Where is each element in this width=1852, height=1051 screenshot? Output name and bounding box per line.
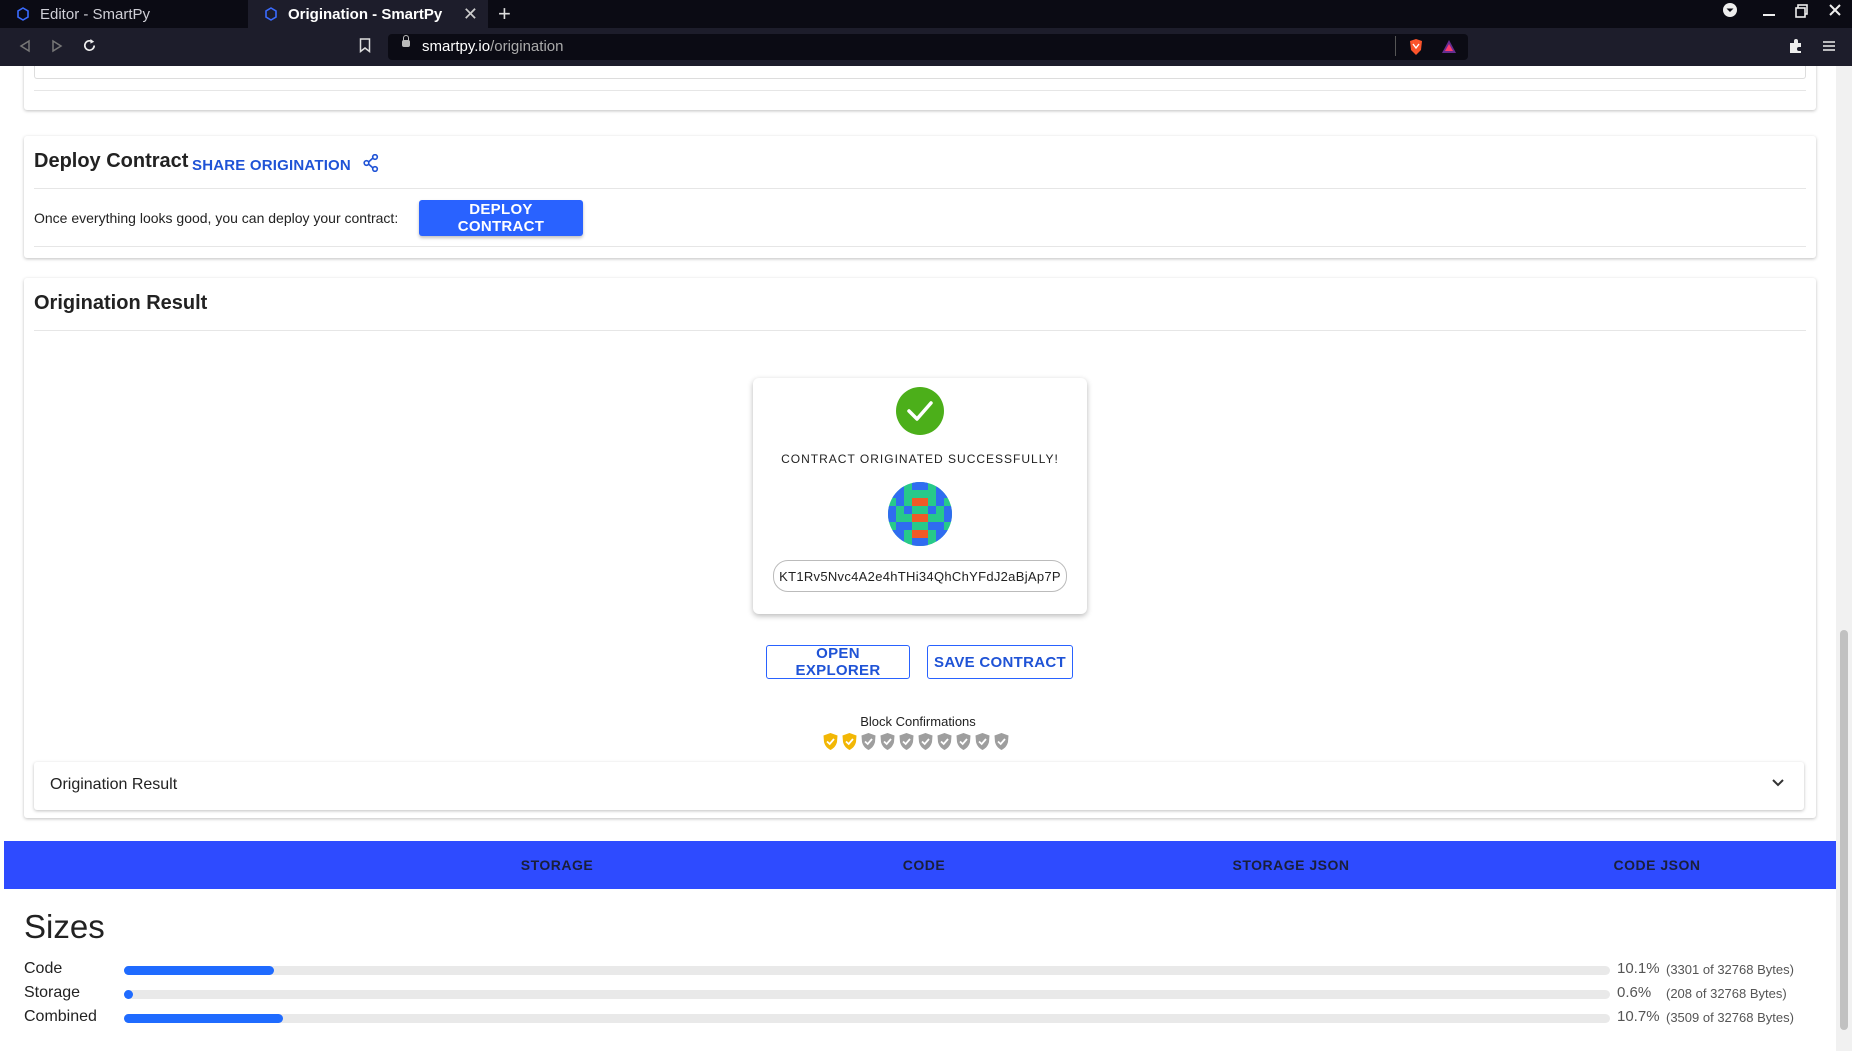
- size-bytes: (3509 of 32768 Bytes): [1666, 1010, 1794, 1025]
- size-row-storage: Storage 0.6% (208 of 32768 Bytes): [24, 984, 1824, 1004]
- origination-result-accordion[interactable]: Origination Result: [34, 762, 1804, 810]
- size-fill: [124, 966, 275, 975]
- origination-result-title: Origination Result: [34, 292, 208, 314]
- bookmark-icon[interactable]: [359, 38, 371, 58]
- size-percent: 0.6%: [1617, 984, 1652, 1001]
- brave-rewards-icon[interactable]: [1440, 38, 1458, 61]
- forward-icon[interactable]: [50, 38, 64, 58]
- size-track: [124, 990, 1610, 999]
- shield-pending-icon: [993, 732, 1010, 756]
- previous-card-field: [34, 66, 1806, 79]
- url-divider: [1395, 36, 1396, 56]
- browser-tab-label: Origination - SmartPy: [288, 5, 443, 23]
- block-confirmations-shields: [822, 732, 1010, 756]
- size-fill: [124, 990, 133, 999]
- shield-pending-icon: [936, 732, 953, 756]
- deploy-contract-title: Deploy Contract: [34, 150, 189, 172]
- size-label: Code: [24, 960, 63, 977]
- extensions-puzzle-icon[interactable]: [1788, 38, 1804, 59]
- share-origination-label: SHARE ORIGINATION: [192, 157, 351, 174]
- size-bytes: (208 of 32768 Bytes): [1666, 986, 1787, 1001]
- deploy-contract-button[interactable]: DEPLOY CONTRACT: [419, 200, 583, 236]
- deploy-contract-card: Deploy Contract SHARE ORIGINATION Once e…: [24, 136, 1816, 258]
- size-label: Storage: [24, 984, 81, 1001]
- smartpy-favicon-icon: [16, 7, 30, 21]
- browser-menu-dropdown-icon[interactable]: [1722, 2, 1738, 23]
- url-host: smartpy.io: [422, 38, 491, 55]
- output-tab-bar: STORAGE CODE STORAGE JSON CODE JSON: [4, 841, 1836, 889]
- save-contract-button[interactable]: SAVE CONTRACT: [927, 645, 1073, 679]
- browser-tab-editor[interactable]: Editor - SmartPy: [0, 0, 246, 28]
- success-card: CONTRACT ORIGINATED SUCCESSFULLY! KT1Rv5…: [753, 378, 1087, 614]
- tab-code[interactable]: CODE: [741, 841, 1107, 889]
- success-message: CONTRACT ORIGINATED SUCCESSFULLY!: [781, 452, 1059, 466]
- new-tab-icon[interactable]: +: [498, 1, 511, 27]
- minimize-window-icon[interactable]: [1762, 0, 1776, 29]
- size-fill: [124, 1014, 283, 1023]
- browser-tab-label: Editor - SmartPy: [40, 5, 151, 23]
- chevron-down-icon: [1770, 774, 1786, 795]
- tab-storage-json[interactable]: STORAGE JSON: [1108, 841, 1474, 889]
- browser-tab-origination[interactable]: Origination - SmartPy ✕: [248, 0, 488, 28]
- shield-confirmed-icon: [822, 732, 839, 756]
- share-icon: [363, 153, 379, 177]
- size-percent: 10.1%: [1617, 960, 1660, 977]
- size-row-combined: Combined 10.7% (3509 of 32768 Bytes): [24, 1008, 1824, 1028]
- shield-pending-icon: [917, 732, 934, 756]
- deploy-prompt: Once everything looks good, you can depl…: [34, 210, 399, 226]
- size-bytes: (3301 of 32768 Bytes): [1666, 962, 1794, 977]
- accordion-label: Origination Result: [50, 776, 178, 793]
- url-path: /origination: [490, 38, 564, 55]
- share-origination-link[interactable]: SHARE ORIGINATION: [192, 153, 379, 177]
- shield-pending-icon: [955, 732, 972, 756]
- shield-pending-icon: [860, 732, 877, 756]
- shield-pending-icon: [898, 732, 915, 756]
- browser-menu-icon[interactable]: [1822, 39, 1836, 58]
- size-percent: 10.7%: [1617, 1008, 1660, 1025]
- size-label: Combined: [24, 1008, 97, 1025]
- size-track: [124, 1014, 1610, 1023]
- contract-address[interactable]: KT1Rv5Nvc4A2e4hTHi34QhChYFdJ2aBjAp7P: [773, 560, 1067, 592]
- tab-storage[interactable]: STORAGE: [374, 841, 740, 889]
- previous-card: [24, 66, 1816, 110]
- reload-icon[interactable]: [82, 38, 97, 58]
- divider: [34, 90, 1806, 91]
- close-window-icon[interactable]: [1828, 3, 1842, 22]
- size-track: [124, 966, 1610, 975]
- smartpy-favicon-icon: [264, 7, 278, 21]
- shield-pending-icon: [974, 732, 991, 756]
- url-text[interactable]: smartpy.io/origination: [422, 38, 563, 55]
- page-viewport: Deploy Contract SHARE ORIGINATION Once e…: [0, 66, 1836, 1051]
- block-confirmations-label: Block Confirmations: [860, 714, 976, 729]
- open-explorer-button[interactable]: OPEN EXPLORER: [766, 645, 910, 679]
- back-icon[interactable]: [18, 38, 32, 58]
- maximize-window-icon[interactable]: [1795, 4, 1809, 23]
- shield-confirmed-icon: [841, 732, 858, 756]
- sizes-title: Sizes: [24, 908, 105, 945]
- divider: [34, 188, 1806, 189]
- shield-pending-icon: [879, 732, 896, 756]
- divider: [34, 330, 1806, 331]
- size-row-code: Code 10.1% (3301 of 32768 Bytes): [24, 960, 1824, 980]
- tab-code-json[interactable]: CODE JSON: [1474, 841, 1836, 889]
- divider: [34, 246, 1806, 247]
- success-check-icon: [896, 387, 944, 435]
- page-scrollbar-thumb[interactable]: [1840, 630, 1848, 1030]
- close-tab-icon[interactable]: ✕: [463, 4, 478, 25]
- brave-shields-icon[interactable]: [1408, 38, 1424, 61]
- lock-icon: [402, 35, 410, 47]
- contract-identicon: [888, 482, 952, 546]
